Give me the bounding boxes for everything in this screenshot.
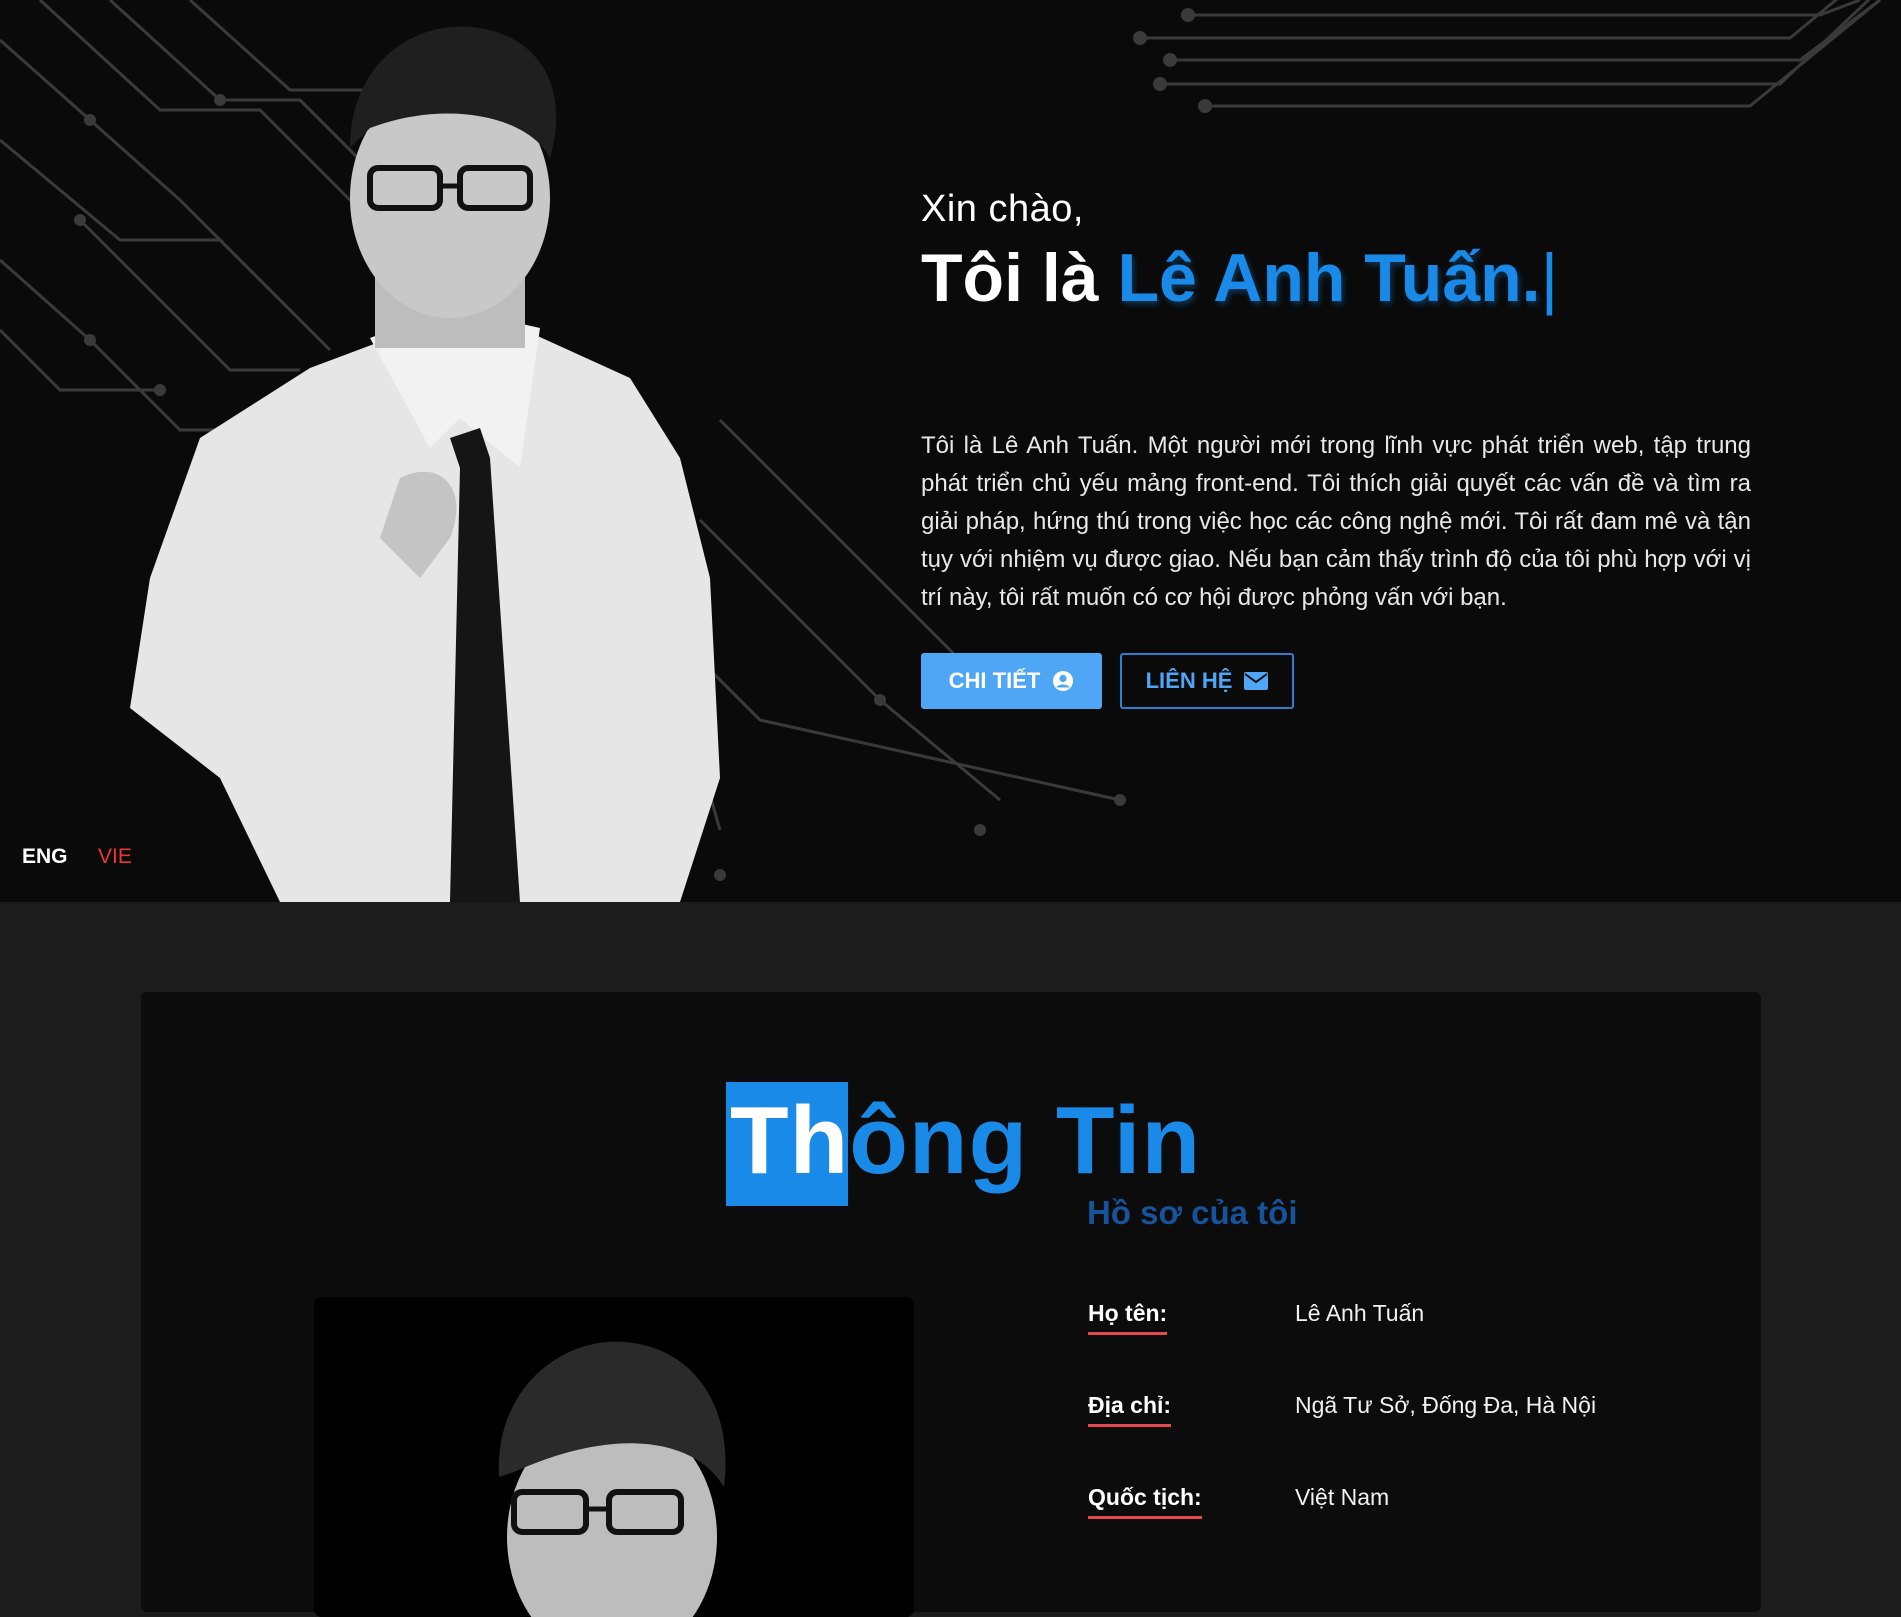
info-label-text: Quốc tịch:	[1088, 1484, 1202, 1519]
title-highlight-text: Th	[730, 1087, 850, 1194]
info-value: Việt Nam	[1295, 1484, 1390, 1510]
headline: Tôi là Lê Anh Tuấn.|	[921, 239, 1751, 317]
language-eng[interactable]: ENG	[22, 845, 68, 869]
hero-section: Xin chào, Tôi là Lê Anh Tuấn.| Tôi là Lê…	[0, 0, 1901, 902]
info-label-text: Địa chỉ:	[1088, 1392, 1172, 1427]
detail-button-label: CHI TIẾT	[948, 668, 1041, 693]
section-subtitle: Hồ sơ của tôi	[1087, 1194, 1298, 1231]
contact-button-label: LIÊN HỆ	[1145, 668, 1233, 693]
info-value: Ngã Tư Sở, Đống Đa, Hà Nội	[1295, 1392, 1597, 1418]
typing-caret: |	[1540, 240, 1559, 316]
info-row-name: Họ tên: Lê Anh Tuấn	[1088, 1300, 1596, 1392]
hero-text: Xin chào, Tôi là Lê Anh Tuấn.| Tôi là Lê…	[921, 188, 1751, 709]
hero-portrait	[130, 26, 720, 902]
info-label: Họ tên:	[1088, 1300, 1295, 1335]
hero-bio: Tôi là Lê Anh Tuấn. Một người mới trong …	[921, 432, 1751, 611]
info-label: Địa chỉ:	[1088, 1392, 1295, 1427]
greeting-text: Xin chào,	[921, 188, 1084, 230]
envelope-icon	[1244, 672, 1269, 690]
section-title: Thông Tin Hồ sơ của tôi	[726, 1082, 1298, 1242]
hero-buttons: CHI TIẾT LIÊN HỆ	[921, 653, 1751, 709]
contact-button[interactable]: LIÊN HỆ	[1120, 653, 1294, 709]
profile-info: Họ tên: Lê Anh Tuấn Địa chỉ: Ngã Tư Sở, …	[1088, 1300, 1596, 1576]
hero-name: Lê Anh Tuấn.	[1117, 240, 1541, 316]
intro-prefix: Tôi là	[921, 240, 1099, 316]
info-row-nationality: Quốc tịch: Việt Nam	[1088, 1484, 1596, 1576]
profile-photo-card	[314, 1297, 914, 1617]
info-label-text: Họ tên:	[1088, 1300, 1168, 1335]
info-value: Lê Anh Tuấn	[1295, 1300, 1425, 1326]
detail-button[interactable]: CHI TIẾT	[921, 653, 1102, 709]
about-section: Thông Tin Hồ sơ của tôi Họ tên: Lê Anh T…	[141, 992, 1761, 1617]
title-text: Thông Tin	[730, 1086, 1201, 1196]
title-rest-text: ông Tin	[849, 1087, 1202, 1194]
info-label: Quốc tịch:	[1088, 1484, 1295, 1519]
user-circle-icon	[1053, 671, 1074, 691]
info-row-address: Địa chỉ: Ngã Tư Sở, Đống Đa, Hà Nội	[1088, 1392, 1596, 1484]
language-vie[interactable]: VIE	[98, 845, 132, 869]
profile-photo	[314, 1297, 914, 1617]
